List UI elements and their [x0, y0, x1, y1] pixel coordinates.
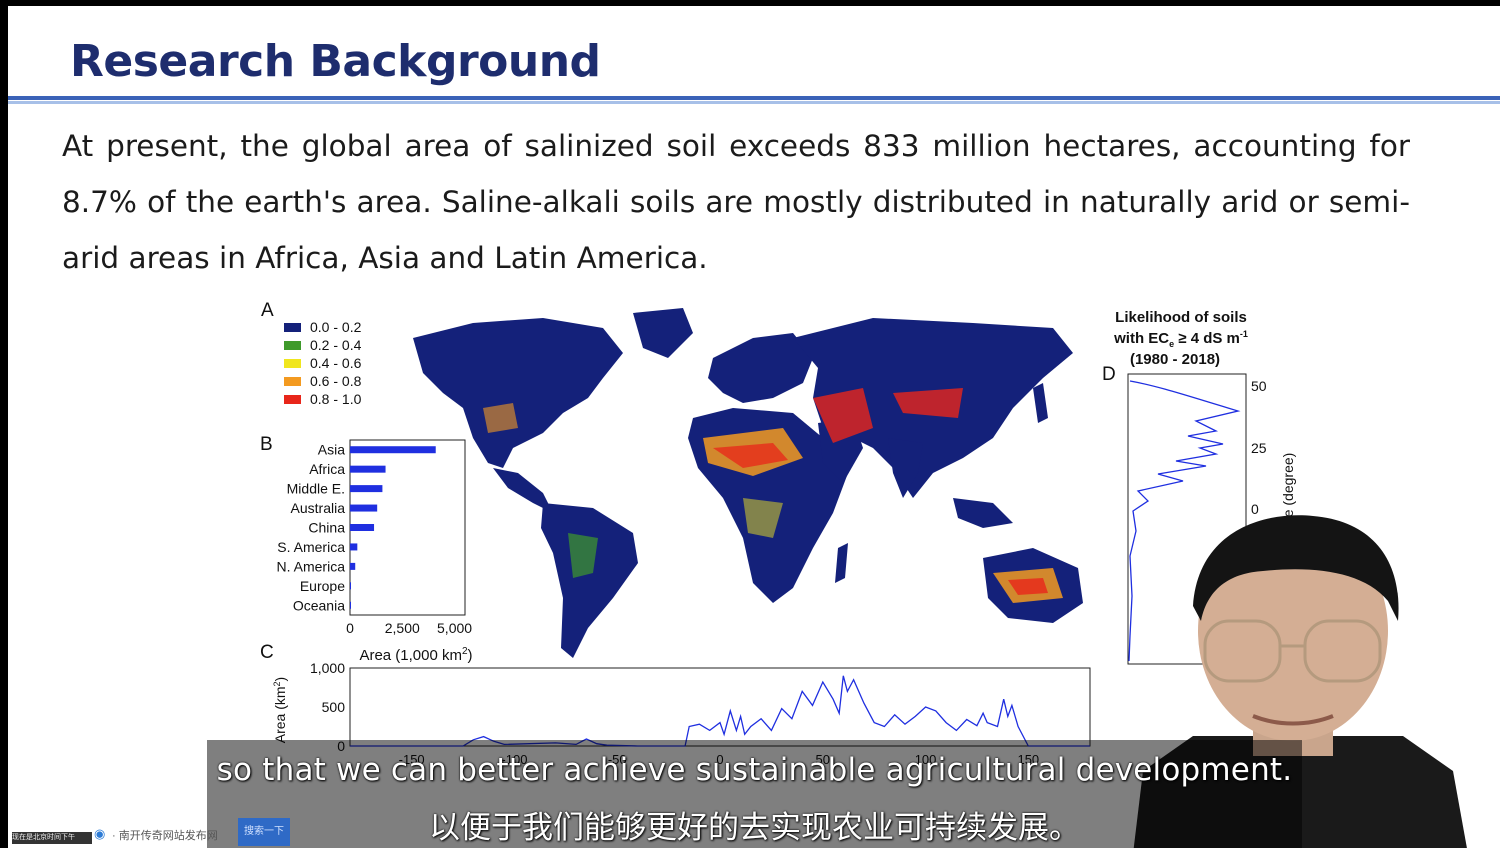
title-underline-light [8, 101, 1500, 104]
legend-item: 0.0 - 0.2 [284, 318, 361, 336]
panel-d-title-line3: (1980 - 2018) [1130, 351, 1220, 368]
legend-item: 0.2 - 0.4 [284, 336, 361, 354]
line-ytick-label: 500 [322, 699, 346, 715]
bar-category-label: Middle E. [287, 481, 345, 497]
line-chart-frame [349, 667, 1091, 747]
legend-swatch [284, 376, 301, 386]
subtitle-chinese: 以便于我们能够更好的去实现农业可持续发展。 [429, 810, 1080, 846]
legend-swatch [284, 322, 301, 332]
lat-ytick-label: 50 [1251, 378, 1267, 394]
slide: Research Background At present, the glob… [8, 6, 1500, 848]
subtitle-english: so that we can better achieve sustainabl… [216, 752, 1293, 788]
legend-item: 0.8 - 1.0 [284, 390, 361, 408]
legend-swatch [284, 394, 301, 404]
legend-label: 0.4 - 0.6 [310, 355, 362, 371]
bar [350, 465, 386, 473]
bar [350, 485, 383, 493]
legend-item: 0.4 - 0.6 [284, 354, 361, 372]
line-chart-ylabel: Area (km2) [272, 677, 288, 743]
slide-paragraph: At present, the global area of salinized… [62, 129, 1410, 275]
legend-item: 0.6 - 0.8 [284, 372, 361, 390]
bar-category-label: Oceania [293, 597, 345, 613]
bar-category-label: N. America [277, 558, 346, 574]
bar-xtick-label: 0 [346, 620, 354, 636]
line-c-series [350, 675, 1090, 747]
bar-category-label: Asia [318, 442, 345, 458]
bar-category-label: Australia [291, 500, 346, 516]
legend-swatch [284, 358, 301, 368]
legend-swatch [284, 340, 301, 350]
bar [350, 446, 436, 454]
bar [350, 543, 358, 551]
panel-b-bar-chart: Asia Africa Middle E. Australia China S. Amer… [277, 439, 473, 664]
bar [350, 504, 378, 512]
taskbar-thumbnail[interactable]: 现在是北京时间下午 [12, 832, 92, 844]
bar [350, 601, 351, 609]
legend-label: 0.2 - 0.4 [310, 337, 362, 353]
panel-d-letter: D [1102, 364, 1116, 385]
bar-category-label: S. America [277, 539, 345, 555]
bar [350, 582, 351, 590]
lat-ytick-label: 25 [1251, 440, 1267, 456]
legend-label: 0.0 - 0.2 [310, 319, 362, 335]
bar [350, 524, 375, 531]
taskbar: 现在是北京时间下午 ◉ · 南开传奇网站发布网 搜索一下 [8, 818, 298, 848]
bar-category-label: Europe [300, 578, 345, 594]
panel-a-letter: A [261, 300, 274, 321]
world-salinity-map [413, 308, 1083, 658]
browser-icon[interactable]: ◉ [94, 826, 105, 842]
search-button[interactable]: 搜索一下 [238, 818, 290, 846]
slide-title: Research Background [70, 36, 601, 87]
panel-d-title-line1: Likelihood of soils [1115, 309, 1247, 326]
bar-category-label: Africa [309, 461, 345, 477]
title-underline [8, 96, 1500, 100]
bar-xtick-label: 5,000 [437, 620, 472, 636]
bar-xtick-label: 2,500 [385, 620, 420, 636]
taskbar-site-text[interactable]: · 南开传奇网站发布网 [112, 827, 218, 843]
map-legend: 0.0 - 0.2 0.2 - 0.4 0.4 - 0.6 0.6 - 0.8 … [284, 318, 361, 408]
bar-category-label: China [308, 520, 345, 536]
line-ytick-label: 1,000 [310, 660, 345, 676]
legend-label: 0.8 - 1.0 [310, 391, 362, 407]
legend-label: 0.6 - 0.8 [310, 373, 362, 389]
panel-d-title-line2: with ECe ≥ 4 dS m-1 [1113, 329, 1248, 349]
bar [350, 562, 356, 570]
